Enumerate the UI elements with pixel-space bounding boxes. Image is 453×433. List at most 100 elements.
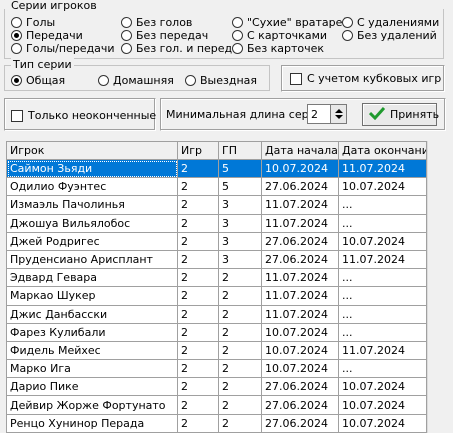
unfinished-checkbox[interactable]: Только неоконченные (11, 109, 156, 122)
table-cell: Марко Ига (6, 359, 178, 379)
table-row[interactable]: Ренцо Хунинор Перада 2 2 27.06.2024 10.07.20… (6, 413, 427, 433)
min-length-value[interactable]: 2 (308, 108, 330, 121)
table-cell: 11.07.2024 (261, 213, 339, 233)
table-cell: 10.07.2024 (261, 359, 339, 379)
table-cell: 2 (177, 322, 219, 342)
radio-option[interactable]: Без передач (121, 29, 208, 42)
radio-option[interactable]: Без гол. и перед. (121, 42, 236, 55)
type-groupbox-title: Тип серии (11, 58, 74, 72)
table-cell: 27.06.2024 (261, 395, 339, 415)
radio-button[interactable] (121, 30, 132, 41)
table-cell: ... (338, 359, 427, 379)
radio-button[interactable] (11, 75, 22, 86)
table-cell: ... (338, 322, 427, 342)
column-header[interactable]: Дата окончания (338, 141, 427, 160)
table-cell: 11.07.2024 (261, 286, 339, 306)
radio-label: Без удалений (357, 29, 437, 42)
table-cell: ... (338, 286, 427, 306)
radio-option[interactable]: Голы (11, 16, 55, 29)
radio-button[interactable] (342, 17, 353, 28)
accept-button-label: Принять (390, 108, 440, 121)
radio-option[interactable]: Без удалений (342, 29, 437, 42)
accept-button[interactable]: Принять (362, 103, 440, 126)
table-cell: 2 (218, 395, 262, 415)
table-cell: 5 (218, 158, 262, 179)
table-cell: 2 (218, 268, 262, 288)
unfinished-checkbox-box[interactable] (11, 109, 23, 122)
radio-label: Без карточек (247, 42, 325, 55)
radio-option[interactable]: Без голов (121, 16, 192, 29)
radio-button[interactable] (121, 17, 132, 28)
table-cell: 2 (218, 304, 262, 324)
unfinished-label: Только неоконченные (28, 109, 157, 122)
table-row[interactable]: Джошуа Вильялобос 2 3 11.07.2024... (6, 213, 427, 233)
cup-games-checkbox-box[interactable] (290, 72, 302, 85)
table-row[interactable]: Джис Данбасски 2 2 11.07.2024... (6, 304, 427, 324)
radio-button[interactable] (342, 30, 353, 41)
radio-option[interactable]: Без карточек (232, 42, 324, 55)
spinner-arrows-icon[interactable] (330, 105, 346, 123)
column-header[interactable]: Игр (177, 141, 219, 160)
table-row[interactable]: Пруденсиано Арисплант 2 3 27.06.2024 11.07.2… (6, 249, 427, 270)
column-header[interactable]: ГП (218, 141, 262, 160)
radio-option[interactable]: Домашняя (98, 74, 174, 87)
table-row[interactable]: Дарио Пике 2 2 27.06.2024 10.07.2024 (6, 377, 427, 397)
table-cell: 11.07.2024 (338, 249, 427, 270)
table-cell: 2 (218, 359, 262, 379)
table-cell: Одилио Фуэнтес (6, 177, 178, 197)
table-row[interactable]: Джей Родригес 2 3 27.06.2024 10.07.2024 (6, 231, 427, 251)
radio-button[interactable] (121, 43, 132, 54)
table-cell: 2 (177, 195, 219, 215)
table-row[interactable]: Саймон Зьяди 2 5 10.07.2024 11.07.2024 (6, 158, 427, 179)
table-cell: Дейвир Жорже Фортунато (6, 395, 178, 415)
table-row[interactable]: Одилио Фуэнтес 2 5 27.06.2024 10.07.2024 (6, 177, 427, 197)
table-cell: 11.07.2024 (261, 268, 339, 288)
table-cell: 11.07.2024 (261, 304, 339, 324)
radio-label: Без гол. и перед. (136, 42, 236, 55)
column-header[interactable]: Дата начала (261, 141, 339, 160)
table-cell: 2 (177, 158, 219, 179)
radio-option[interactable]: Передачи (11, 29, 83, 42)
cup-games-label: С учетом кубковых игр (307, 72, 442, 85)
radio-button[interactable] (98, 75, 109, 86)
series-table: Игрок Игр ГП Дата начала Дата окончания Сайм… (6, 141, 427, 433)
radio-label: С удалениями (357, 16, 440, 29)
table-row[interactable]: Эдвард Гевара 2 2 11.07.2024... (6, 268, 427, 288)
table-cell: 11.07.2024 (338, 158, 427, 179)
radio-option[interactable]: С карточками (232, 29, 327, 42)
table-row[interactable]: Измаэль Пачолинья 2 3 11.07.2024... (6, 195, 427, 215)
table-row[interactable]: Марко Ига 2 2 10.07.2024... (6, 359, 427, 379)
radio-label: Домашняя (113, 74, 174, 87)
radio-option[interactable]: "Сухие" вратарей (232, 16, 350, 29)
table-cell: 2 (218, 340, 262, 361)
radio-button[interactable] (11, 43, 22, 54)
table-row[interactable]: Дейвир Жорже Фортунато 2 2 27.06.2024 10.07.… (6, 395, 427, 415)
radio-option[interactable]: Общая (11, 74, 65, 87)
cup-games-checkbox[interactable]: С учетом кубковых игр (290, 72, 441, 85)
table-cell: 2 (177, 340, 219, 361)
table-cell: 2 (218, 377, 262, 397)
table-cell: 2 (177, 359, 219, 379)
radio-option[interactable]: С удалениями (342, 16, 439, 29)
table-scrollbar-area (427, 141, 447, 433)
table-cell: 2 (218, 413, 262, 433)
min-length-spinner[interactable]: 2 (307, 104, 347, 124)
radio-option[interactable]: Выездная (185, 74, 257, 87)
table-cell: 10.07.2024 (261, 158, 339, 179)
table-cell: 2 (177, 268, 219, 288)
radio-button[interactable] (232, 43, 243, 54)
radio-button[interactable] (11, 30, 22, 41)
table-row[interactable]: Фарез Кулибали 2 2 10.07.2024... (6, 322, 427, 342)
table-cell: ... (338, 195, 427, 215)
table-row[interactable]: Маркао Шукер 2 2 11.07.2024... (6, 286, 427, 306)
radio-label: Передачи (26, 29, 83, 42)
radio-option[interactable]: Голы/передачи (11, 42, 115, 55)
radio-button[interactable] (185, 75, 196, 86)
radio-button[interactable] (11, 17, 22, 28)
table-cell: 27.06.2024 (261, 231, 339, 251)
column-header[interactable]: Игрок (6, 141, 178, 160)
table-cell: 10.07.2024 (338, 231, 427, 251)
table-row[interactable]: Фидель Мейхес 2 2 10.07.2024 11.07.2024 (6, 340, 427, 361)
radio-button[interactable] (232, 17, 243, 28)
radio-button[interactable] (232, 30, 243, 41)
